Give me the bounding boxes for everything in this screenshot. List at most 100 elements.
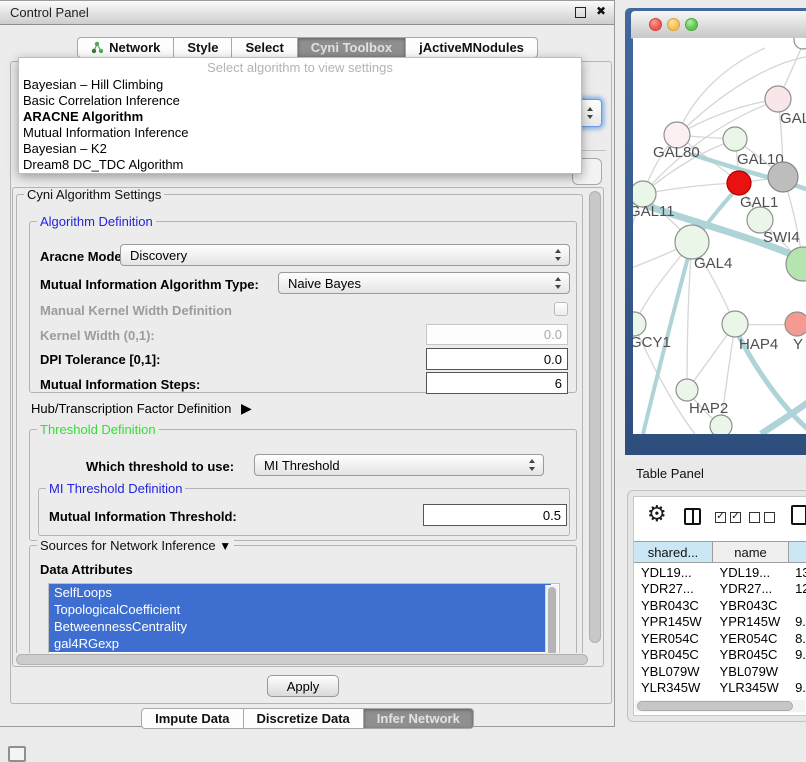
algorithm-option[interactable]: ARACNE Algorithm [19, 109, 581, 125]
mi-threshold-field[interactable]: 0.5 [423, 504, 567, 526]
table-cell: 13 [788, 565, 806, 580]
algorithm-option[interactable]: Bayesian – Hill Climbing [19, 77, 581, 93]
table-cell: YDL19... [634, 565, 713, 580]
dpi-tolerance-field[interactable]: 0.0 [426, 348, 568, 370]
mi-steps-field[interactable]: 6 [426, 372, 568, 394]
column-layout-icon[interactable] [684, 508, 701, 525]
tab-cyni-toolbox[interactable]: Cyni Toolbox [298, 37, 406, 58]
table-row[interactable]: YLR345WYLR345W9. [634, 680, 806, 697]
tab-infer-network[interactable]: Infer Network [364, 708, 474, 729]
mi-threshold-label: Mutual Information Threshold: [49, 509, 237, 524]
network-node[interactable] [723, 127, 747, 151]
table-row[interactable]: YBL079WYBL079W [634, 663, 806, 680]
table-cell: YBL079W [634, 664, 713, 679]
minimize-traffic-light-icon[interactable] [667, 18, 680, 31]
table-horizontal-scrollbar[interactable] [635, 700, 805, 712]
data-attributes-list[interactable]: SelfLoopsTopologicalCoefficientBetweenne… [48, 583, 560, 653]
mi-type-combo[interactable]: Naive Bayes [278, 272, 570, 294]
network-canvas-container[interactable]: GALGAL80GAL10GAL1GAL11SWI4GAL4GCY1HAP4YH… [633, 38, 806, 434]
algorithm-option[interactable]: Dream8 DC_TDC Algorithm [19, 157, 581, 173]
data-attribute-item[interactable]: gal4RGexp [49, 635, 551, 652]
kernel-width-field[interactable]: 0.0 [426, 324, 568, 345]
vertical-scrollbar[interactable] [589, 191, 601, 643]
column-header-shared[interactable]: shared... [634, 542, 713, 562]
table-panel-title: Table Panel [636, 466, 704, 481]
network-node[interactable] [710, 415, 732, 434]
spinner-icon [587, 107, 594, 119]
network-node[interactable] [722, 311, 748, 337]
aracne-mode-label: Aracne Mode: [40, 249, 126, 264]
network-node[interactable] [785, 312, 806, 336]
table-row[interactable]: YDR27...YDR27...12 [634, 581, 806, 598]
table-cell: YBR043C [713, 598, 789, 613]
sources-group: Sources for Network Inference ▼ Data Att… [29, 545, 577, 653]
new-table-icon[interactable] [791, 505, 806, 525]
table-options-gear-icon[interactable]: ⚙ [647, 501, 667, 527]
list-scrollbar[interactable] [545, 585, 558, 653]
column-header-name[interactable]: name [713, 542, 789, 562]
network-node[interactable] [727, 171, 751, 195]
network-view-frame[interactable]: GALGAL80GAL10GAL1GAL11SWI4GAL4GCY1HAP4YH… [625, 8, 806, 455]
data-attribute-item[interactable]: TopologicalCoefficient [49, 601, 551, 618]
table-cell: YPR145W [713, 614, 789, 629]
algorithm-option[interactable]: Basic Correlation Inference [19, 93, 581, 109]
network-node[interactable] [768, 162, 798, 192]
collapsed-arrow-icon: ▶ [241, 400, 252, 417]
table-cell: 9. [788, 647, 806, 662]
table-row[interactable]: YPR145WYPR145W9. [634, 614, 806, 631]
algorithm-definition-group: Algorithm Definition Aracne Mode: Discov… [29, 221, 577, 393]
apply-button[interactable]: Apply [267, 675, 339, 697]
column-header-partial[interactable] [789, 542, 806, 562]
hub-definition-expander[interactable]: Hub/Transcription Factor Definition ▶ [31, 400, 252, 417]
horizontal-scrollbar[interactable] [16, 654, 588, 665]
tab-impute-data[interactable]: Impute Data [141, 708, 243, 729]
cyni-algorithm-settings-group: Cyni Algorithm Settings Algorithm Defini… [16, 194, 583, 653]
table-cell: 12 [788, 581, 806, 596]
which-threshold-combo[interactable]: MI Threshold [254, 454, 544, 476]
table-panel-body: ⚙ ✓✓ shared... name YDL19...YDL19...13YD… [633, 496, 806, 716]
data-attribute-item[interactable]: SelfLoops [49, 584, 551, 601]
select-all-icon[interactable]: ✓✓ [715, 512, 741, 523]
node-label: HAP4 [739, 336, 778, 353]
table-body: YDL19...YDL19...13YDR27...YDR27...12YBR0… [634, 564, 806, 701]
mi-steps-label: Mutual Information Steps: [40, 377, 200, 392]
network-node[interactable] [765, 86, 791, 112]
tab-discretize-data[interactable]: Discretize Data [244, 708, 364, 729]
node-label: GAL [780, 110, 806, 127]
manual-kernel-checkbox[interactable] [554, 302, 568, 316]
window-title: Control Panel [10, 5, 89, 20]
network-node[interactable] [676, 379, 698, 401]
algorithm-option[interactable]: Mutual Information Inference [19, 125, 581, 141]
deselect-all-icon[interactable] [749, 512, 775, 523]
algorithm-dropdown-list: Bayesian – Hill ClimbingBasic Correlatio… [19, 77, 581, 173]
network-node[interactable] [794, 38, 806, 49]
table-row[interactable]: YBR043CYBR043C [634, 597, 806, 614]
network-node[interactable] [633, 312, 646, 336]
float-window-icon[interactable] [575, 7, 586, 18]
control-panel-titlebar: Control Panel ✖ [0, 1, 614, 25]
collapsed-panel-icon[interactable] [8, 746, 26, 762]
table-header: shared... name [634, 541, 806, 563]
node-label: GAL80 [653, 144, 700, 161]
tab-select[interactable]: Select [232, 37, 297, 58]
node-label: GAL4 [694, 255, 732, 272]
algorithm-option[interactable]: Bayesian – K2 [19, 141, 581, 157]
tab-network[interactable]: Network [77, 37, 174, 58]
tab-jactivemnodules[interactable]: jActiveMNodules [406, 37, 538, 58]
aracne-mode-combo[interactable]: Discovery [120, 244, 570, 266]
table-row[interactable]: YDL19...YDL19...13 [634, 564, 806, 581]
close-window-icon[interactable]: ✖ [596, 4, 606, 18]
table-row[interactable]: YBR045CYBR045C9. [634, 647, 806, 664]
node-label: Y [793, 336, 803, 353]
zoom-traffic-light-icon[interactable] [685, 18, 698, 31]
manual-kernel-label: Manual Kernel Width Definition [40, 303, 232, 318]
table-toolbar: ⚙ ✓✓ [634, 497, 806, 541]
tab-style[interactable]: Style [174, 37, 232, 58]
expanded-arrow-icon: ▼ [219, 539, 231, 553]
table-row[interactable]: YER054CYER054C8. [634, 630, 806, 647]
network-node[interactable] [675, 225, 709, 259]
screen: Control Panel ✖ Network Style Sel [0, 0, 806, 762]
data-attribute-item[interactable]: BetweennessCentrality [49, 618, 551, 635]
network-edges-highlighted [633, 154, 806, 434]
close-traffic-light-icon[interactable] [649, 18, 662, 31]
